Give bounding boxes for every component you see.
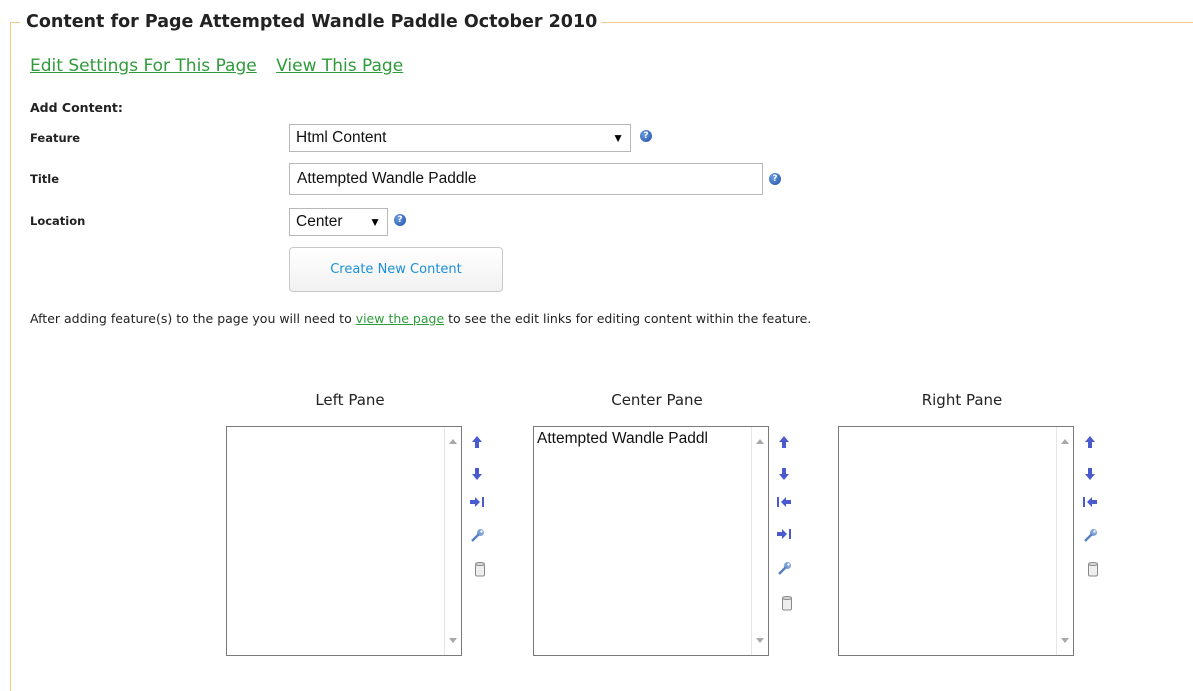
scrollbar[interactable] bbox=[444, 427, 461, 655]
move-right-icon[interactable] bbox=[776, 526, 792, 542]
create-new-content-button[interactable]: Create New Content bbox=[289, 247, 503, 292]
left-pane-list[interactable] bbox=[226, 426, 462, 656]
location-select-value: Center bbox=[296, 213, 343, 230]
scroll-up-icon[interactable] bbox=[1061, 439, 1069, 444]
move-left-icon[interactable] bbox=[1082, 494, 1098, 510]
move-down-icon[interactable] bbox=[776, 466, 792, 482]
location-select[interactable]: Center ▼ bbox=[289, 208, 388, 236]
note-text-before: After adding feature(s) to the page you … bbox=[30, 311, 356, 326]
page-legend: Content for Page Attempted Wandle Paddle… bbox=[20, 10, 602, 34]
title-label: Title bbox=[30, 172, 60, 186]
center-pane-title: Center Pane bbox=[611, 391, 703, 409]
note-text-after: to see the edit links for editing conten… bbox=[444, 311, 812, 326]
title-input[interactable]: Attempted Wandle Paddle bbox=[289, 163, 763, 195]
feature-select[interactable]: Html Content ▼ bbox=[289, 124, 631, 152]
help-icon[interactable]: ? bbox=[769, 173, 781, 185]
delete-icon[interactable] bbox=[779, 595, 795, 611]
scrollbar[interactable] bbox=[1056, 427, 1073, 655]
delete-icon[interactable] bbox=[472, 561, 488, 577]
add-content-label: Add Content: bbox=[30, 100, 123, 115]
help-icon[interactable]: ? bbox=[394, 214, 406, 226]
wrench-icon[interactable] bbox=[1082, 528, 1098, 544]
view-page-link[interactable]: View This Page bbox=[276, 56, 403, 76]
scroll-up-icon[interactable] bbox=[449, 439, 457, 444]
right-pane-title: Right Pane bbox=[921, 391, 1003, 409]
edit-settings-link[interactable]: Edit Settings For This Page bbox=[30, 56, 257, 76]
feature-label: Feature bbox=[30, 131, 81, 145]
wrench-icon[interactable] bbox=[776, 561, 792, 577]
help-icon[interactable]: ? bbox=[640, 130, 652, 142]
move-up-icon[interactable] bbox=[469, 434, 485, 450]
scroll-down-icon[interactable] bbox=[756, 638, 764, 643]
move-left-icon[interactable] bbox=[776, 494, 792, 510]
move-up-icon[interactable] bbox=[776, 434, 792, 450]
feature-select-value: Html Content bbox=[296, 129, 387, 146]
top-links: Edit Settings For This Page View This Pa… bbox=[30, 56, 417, 76]
wrench-icon[interactable] bbox=[469, 528, 485, 544]
list-item[interactable]: Attempted Wandle Paddl bbox=[537, 430, 735, 448]
scroll-down-icon[interactable] bbox=[1061, 638, 1069, 643]
view-the-page-link[interactable]: view the page bbox=[356, 311, 444, 326]
chevron-down-icon: ▼ bbox=[612, 131, 624, 145]
move-down-icon[interactable] bbox=[1082, 466, 1098, 482]
move-right-icon[interactable] bbox=[469, 494, 485, 510]
scroll-down-icon[interactable] bbox=[449, 638, 457, 643]
scrollbar[interactable] bbox=[751, 427, 768, 655]
scroll-up-icon[interactable] bbox=[756, 439, 764, 444]
move-up-icon[interactable] bbox=[1082, 434, 1098, 450]
delete-icon[interactable] bbox=[1085, 561, 1101, 577]
left-pane-title: Left Pane bbox=[315, 391, 385, 409]
center-pane-list[interactable]: Attempted Wandle Paddl bbox=[533, 426, 769, 656]
chevron-down-icon: ▼ bbox=[369, 215, 381, 229]
right-pane-list[interactable] bbox=[838, 426, 1074, 656]
move-down-icon[interactable] bbox=[469, 466, 485, 482]
info-note: After adding feature(s) to the page you … bbox=[30, 311, 811, 326]
location-label: Location bbox=[30, 214, 86, 228]
